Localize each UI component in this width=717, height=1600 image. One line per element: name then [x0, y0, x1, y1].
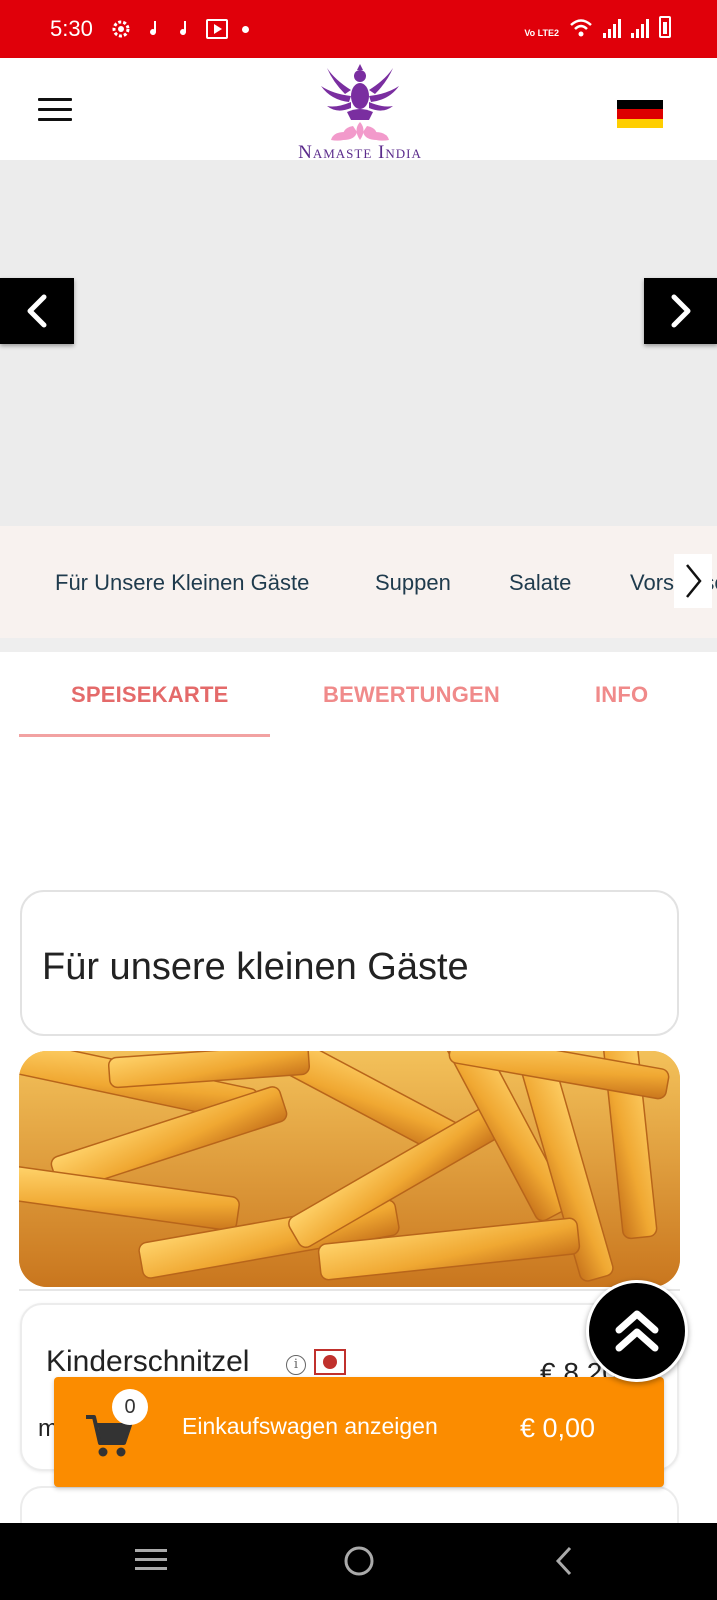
fries-image — [19, 1051, 680, 1287]
view-cart-button[interactable]: 0 Einkaufswagen anzeigen € 0,00 — [54, 1377, 664, 1487]
german-flag-icon[interactable] — [617, 100, 663, 128]
gear-icon — [112, 20, 130, 38]
menu-icon[interactable] — [38, 98, 72, 122]
tab-speisekarte[interactable]: SPEISEKARTE — [71, 682, 228, 708]
tab-bewertungen[interactable]: BEWERTUNGEN — [323, 682, 500, 708]
cart-label: Einkaufswagen anzeigen — [182, 1413, 438, 1439]
volte-label: Vo LTE2 — [524, 28, 559, 38]
recent-apps-button[interactable] — [134, 1545, 168, 1580]
wifi-icon — [570, 19, 592, 37]
music-note-icon — [150, 21, 157, 36]
tab-info[interactable]: INFO — [595, 682, 648, 708]
notification-icons — [110, 18, 249, 40]
section-title: Für unsere kleinen Gäste — [42, 946, 469, 988]
status-bar: 5:30 Vo LTE2 — [0, 0, 717, 58]
info-icon[interactable]: i — [286, 1355, 306, 1375]
divider — [0, 638, 717, 652]
scroll-to-top-button[interactable] — [586, 1280, 688, 1382]
category-salads[interactable]: Salate — [509, 570, 571, 596]
logo[interactable]: Namaste India — [270, 58, 450, 163]
signal-icon — [631, 18, 649, 38]
home-button[interactable] — [343, 1545, 375, 1582]
category-kids[interactable]: Für Unsere Kleinen Gäste — [55, 570, 309, 596]
back-button[interactable] — [552, 1545, 576, 1582]
status-time: 5:30 — [50, 16, 93, 41]
double-chevron-up-icon — [615, 1310, 659, 1352]
active-tab-indicator — [19, 734, 270, 737]
video-icon — [206, 19, 228, 39]
chevron-right-icon — [686, 564, 702, 598]
chevron-left-icon — [27, 294, 47, 328]
allergen-icon — [314, 1349, 346, 1375]
music-note-icon — [180, 21, 187, 36]
system-nav-bar — [0, 1523, 717, 1600]
home-circle-icon — [344, 1546, 374, 1576]
item-name: Kinderschnitzel — [46, 1345, 250, 1378]
battery-icon — [659, 16, 671, 38]
tab-bar: SPEISEKARTE BEWERTUNGEN INFO — [0, 652, 717, 738]
carousel-prev-button[interactable] — [0, 278, 74, 344]
back-icon — [555, 1546, 572, 1576]
section-header-card: Für unsere kleinen Gäste — [20, 890, 679, 1036]
notification-dot-icon — [242, 25, 249, 33]
category-scroll-button[interactable] — [674, 554, 712, 608]
recents-icon — [135, 1549, 167, 1570]
system-icons: Vo LTE2 — [524, 16, 671, 38]
category-strip: Für Unsere Kleinen Gäste Suppen Salate V… — [0, 526, 717, 638]
signal-icon — [603, 18, 621, 38]
divider — [19, 1289, 680, 1291]
cart-total: € 0,00 — [520, 1413, 596, 1443]
category-soups[interactable]: Suppen — [375, 570, 451, 596]
app-header: Namaste India — [0, 58, 717, 163]
lotus-deity-icon — [321, 64, 399, 141]
section-image — [19, 1051, 680, 1287]
image-carousel — [0, 160, 717, 526]
chevron-right-icon — [671, 294, 691, 328]
carousel-next-button[interactable] — [644, 278, 717, 344]
cart-count-badge: 0 — [112, 1389, 148, 1425]
